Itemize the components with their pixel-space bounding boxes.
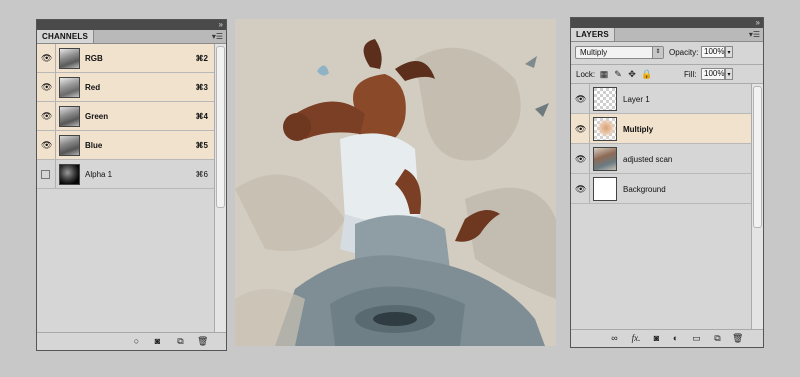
document-canvas[interactable] — [235, 19, 556, 346]
channels-panel-header[interactable]: » — [37, 20, 226, 30]
blend-mode-select[interactable]: Multiply ⇕ — [575, 46, 664, 59]
double-arrow-icon[interactable]: » — [756, 18, 760, 28]
new-group-icon[interactable]: ▭ — [691, 333, 702, 344]
eye-icon[interactable]: 👁 — [41, 82, 52, 92]
channel-name: Green — [85, 112, 109, 121]
fill-input[interactable]: 100% — [701, 68, 725, 80]
layer-name: Multiply — [623, 125, 654, 134]
lock-image-pixels-icon[interactable]: ✎ — [613, 69, 623, 79]
eye-icon[interactable]: 👁 — [41, 53, 52, 63]
layer-thumbnail — [593, 117, 617, 141]
layers-panel-header[interactable]: » — [571, 18, 763, 28]
channel-name: RGB — [85, 54, 103, 63]
delete-channel-icon[interactable]: 🗑 — [197, 336, 208, 347]
load-channel-as-selection-icon[interactable]: ○ — [131, 336, 142, 347]
eye-icon[interactable]: 👁 — [41, 111, 52, 121]
lock-transparent-pixels-icon[interactable]: ▦ — [599, 69, 609, 79]
opacity-label: Opacity: — [669, 48, 699, 57]
channel-shortcut: ⌘5 — [195, 141, 208, 150]
eye-icon[interactable]: 👁 — [575, 94, 586, 104]
add-layer-style-icon[interactable]: fx. — [629, 333, 643, 344]
channel-row-blue[interactable]: 👁 Blue ⌘5 — [37, 131, 214, 160]
channel-row-alpha[interactable]: Alpha 1 ⌘6 — [37, 160, 214, 189]
tab-channels[interactable]: CHANNELS — [37, 30, 95, 43]
scrollbar[interactable] — [214, 44, 226, 332]
channel-thumbnail — [59, 48, 80, 69]
chevron-down-icon[interactable]: ▾ — [725, 68, 733, 80]
divider — [55, 102, 56, 130]
adjustment-layer-icon[interactable]: ◐ — [670, 333, 681, 344]
layers-tab-row: LAYERS ▾☰ — [571, 28, 763, 42]
channel-row-red[interactable]: 👁 Red ⌘3 — [37, 73, 214, 102]
layer-thumbnail — [593, 147, 617, 171]
channel-thumbnail — [59, 164, 80, 185]
layer-thumbnail — [593, 177, 617, 201]
tab-layers[interactable]: LAYERS — [571, 28, 615, 41]
scrollbar-thumb[interactable] — [216, 46, 225, 208]
layer-row-adjusted-scan[interactable]: 👁 adjusted scan — [571, 144, 751, 174]
divider — [55, 73, 56, 101]
lock-position-icon[interactable]: ✥ — [627, 69, 637, 79]
eye-icon[interactable]: 👁 — [575, 154, 586, 164]
layer-thumbnail — [593, 87, 617, 111]
divider — [55, 131, 56, 159]
channel-row-green[interactable]: 👁 Green ⌘4 — [37, 102, 214, 131]
layer-row-layer-1[interactable]: 👁 Layer 1 — [571, 84, 751, 114]
channel-name: Red — [85, 83, 101, 92]
scrollbar[interactable] — [751, 84, 763, 329]
visibility-toggle-empty[interactable] — [41, 170, 50, 179]
divider — [55, 160, 56, 188]
layer-name: Background — [623, 185, 666, 194]
channel-name: Alpha 1 — [85, 170, 113, 179]
layers-bottom-bar: ∞ fx. ◙ ◐ ▭ ⧉ 🗑 — [571, 329, 763, 347]
channel-shortcut: ⌘6 — [195, 170, 208, 179]
channel-thumbnail — [59, 135, 80, 156]
new-layer-icon[interactable]: ⧉ — [712, 333, 723, 344]
eye-icon[interactable]: 👁 — [41, 140, 52, 150]
channel-row-rgb[interactable]: 👁 RGB ⌘2 — [37, 44, 214, 73]
fill-label: Fill: — [684, 70, 697, 79]
divider — [589, 84, 590, 113]
channel-shortcut: ⌘4 — [195, 112, 208, 121]
opacity-input[interactable]: 100% — [701, 46, 725, 58]
scrollbar-thumb[interactable] — [753, 86, 762, 228]
layer-row-multiply[interactable]: 👁 Multiply — [571, 114, 751, 144]
chevron-updown-icon: ⇕ — [652, 47, 663, 58]
panel-menu-icon[interactable]: ▾☰ — [212, 31, 223, 42]
layer-name: adjusted scan — [623, 155, 673, 164]
blend-mode-value: Multiply — [580, 48, 608, 57]
divider — [589, 144, 590, 173]
chevron-down-icon[interactable]: ▾ — [725, 46, 733, 58]
add-mask-icon[interactable]: ◙ — [651, 333, 662, 344]
channel-shortcut: ⌘3 — [195, 83, 208, 92]
eye-icon[interactable]: 👁 — [575, 124, 586, 134]
channel-thumbnail — [59, 77, 80, 98]
divider — [571, 64, 763, 65]
new-channel-icon[interactable]: ⧉ — [175, 336, 186, 347]
lock-all-icon[interactable]: 🔒 — [641, 69, 652, 79]
divider — [589, 114, 590, 143]
layers-panel: » LAYERS ▾☰ Multiply ⇕ Opacity: 100% ▾ L… — [570, 17, 764, 348]
link-layers-icon[interactable]: ∞ — [609, 333, 620, 344]
channel-name: Blue — [85, 141, 103, 150]
double-arrow-icon[interactable]: » — [219, 20, 223, 30]
divider — [589, 174, 590, 203]
channel-shortcut: ⌘2 — [195, 54, 208, 63]
channel-thumbnail — [59, 106, 80, 127]
divider — [55, 44, 56, 72]
save-selection-as-channel-icon[interactable]: ◙ — [152, 336, 163, 347]
layer-name: Layer 1 — [623, 95, 650, 104]
lock-label: Lock: — [576, 70, 596, 79]
channels-bottom-bar: ○ ◙ ⧉ 🗑 — [37, 332, 226, 350]
channels-tab-row: CHANNELS ▾☰ — [37, 30, 226, 44]
channels-panel: » CHANNELS ▾☰ 👁 RGB ⌘2 👁 Red ⌘3 👁 Green … — [36, 19, 227, 351]
delete-layer-icon[interactable]: 🗑 — [732, 333, 743, 344]
artwork-image — [235, 19, 556, 346]
eye-icon[interactable]: 👁 — [575, 184, 586, 194]
layer-row-background[interactable]: 👁 Background — [571, 174, 751, 204]
panel-menu-icon[interactable]: ▾☰ — [749, 29, 760, 40]
